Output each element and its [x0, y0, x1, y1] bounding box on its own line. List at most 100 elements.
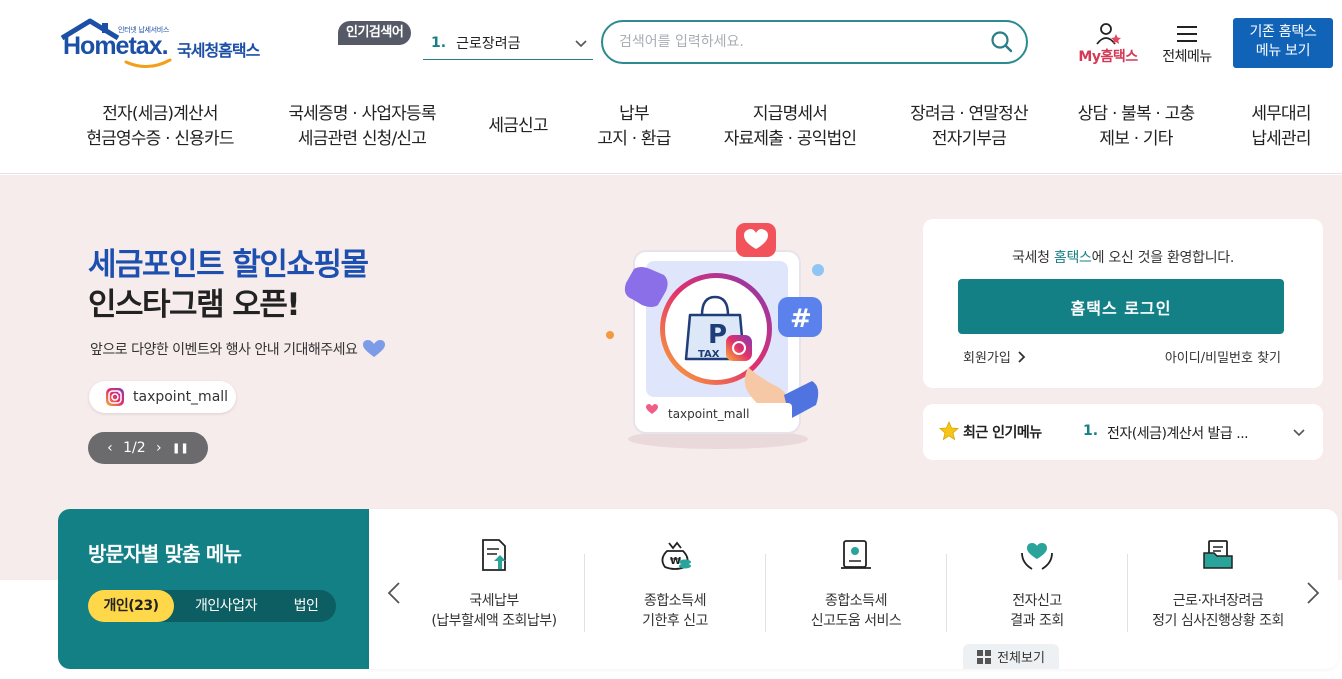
service-label: 근로·자녀장려금	[1172, 593, 1264, 609]
instagram-handle: taxpoint_mall	[133, 389, 229, 405]
service-label: 종합소득세	[825, 593, 887, 609]
visitor-tabs: 개인(23) 개인사업자 법인	[88, 590, 336, 622]
gnb-item-tax-agent[interactable]: 세무대리 납세관리	[1236, 102, 1326, 152]
tab-individual-business[interactable]: 개인사업자	[178, 590, 274, 622]
gnb-label: 세무대리	[1251, 104, 1311, 124]
tab-individual[interactable]: 개인(23)	[88, 590, 174, 622]
instagram-icon	[106, 388, 124, 406]
all-menu-label: 전체메뉴	[1162, 49, 1212, 65]
gnb-label: 장려금 · 연말정산	[910, 104, 1029, 124]
service-label: 전자신고	[1012, 593, 1062, 609]
recent-popular-menu[interactable]: 최근 인기메뉴 1. 전자(세금)계산서 발급 ...	[923, 404, 1323, 460]
service-e-filing-result[interactable]: 전자신고 결과 조회	[947, 533, 1127, 633]
carousel-prev-icon[interactable]	[387, 581, 401, 605]
search-input[interactable]	[619, 30, 979, 54]
chevron-right-icon	[1018, 350, 1026, 363]
logo-korean-name: 국세청홈택스	[177, 41, 260, 60]
visitor-custom-menu: 방문자별 맞춤 메뉴 개인(23) 개인사업자 법인 국세납부 (납부할세액 조…	[58, 509, 1338, 669]
blue-heart-icon	[363, 340, 386, 357]
illustration-bag-sub: TAX	[698, 349, 720, 360]
pager-prev-button[interactable]: ‹	[107, 440, 113, 456]
service-income-tax-late-filing[interactable]: ₩ 종합소득세 기한후 신고	[585, 533, 765, 633]
service-earned-income-credit-status[interactable]: 근로·자녀장려금 정기 심사진행상황 조회	[1128, 533, 1308, 633]
visitor-menu-title: 방문자별 맞춤 메뉴	[88, 542, 242, 566]
gnb-label: 전자(세금)계산서	[102, 104, 218, 124]
instagram-link-chip[interactable]: taxpoint_mall	[89, 381, 236, 413]
gnb-label: 납세관리	[1251, 129, 1311, 149]
hamburger-menu-icon	[1177, 26, 1197, 42]
hero-title: 세금포인트 할인쇼핑몰	[88, 247, 369, 283]
gnb-item-e-invoice[interactable]: 전자(세금)계산서 현금영수증 · 신용카드	[80, 102, 240, 152]
service-national-tax-payment[interactable]: 국세납부 (납부할세액 조회납부)	[404, 533, 584, 633]
find-id-password-link[interactable]: 아이디/비밀번호 찾기	[1165, 347, 1281, 366]
gnb-item-payment-statement[interactable]: 지급명세서 자료제출 · 공익법인	[710, 102, 870, 152]
header: 인터넷 납세서비스 Hometax. 국세청홈택스 인기검색어 1. 근로장려금	[0, 0, 1342, 86]
service-label: 기한후 신고	[642, 613, 708, 629]
popular-search-select[interactable]: 1. 근로장려금	[423, 26, 593, 60]
gnb-label: 자료제출 · 공익법인	[723, 129, 857, 149]
hero-subtitle: 앞으로 다양한 이벤트와 행사 안내 기대해주세요	[90, 339, 386, 359]
heart-hands-icon	[1021, 543, 1053, 570]
welcome-pre: 국세청	[1011, 250, 1054, 266]
gnb-label: 전자기부금	[931, 129, 1007, 149]
document-upload-icon	[482, 539, 506, 571]
pager-next-button[interactable]: ›	[156, 440, 162, 456]
login-button[interactable]: 홈택스 로그인	[958, 279, 1284, 334]
pager-pause-button[interactable]: ❚❚	[172, 443, 189, 454]
star-icon	[939, 421, 959, 441]
my-hometax-label: My홈택스	[1078, 49, 1138, 65]
service-label: 정기 심사진행상황 조회	[1152, 613, 1284, 629]
old-hometax-menu-button[interactable]: 기존 홈택스 메뉴 보기	[1233, 18, 1333, 68]
hero-title-line2: 인스타그램 오픈!	[88, 287, 301, 323]
gnb-item-certificates[interactable]: 국세증명 · 사업자등록 세금관련 신청/신고	[282, 102, 442, 152]
main-navigation: 전자(세금)계산서 현금영수증 · 신용카드 국세증명 · 사업자등록 세금관련…	[0, 86, 1342, 174]
logo-wordmark: Hometax.	[63, 32, 169, 60]
gnb-item-consultation[interactable]: 상담 · 불복 · 고충 제보 · 기타	[1066, 102, 1206, 152]
gnb-item-payment[interactable]: 납부 고지 · 환급	[584, 102, 684, 152]
signup-label: 회원가입	[963, 351, 1011, 366]
gnb-item-incentive[interactable]: 장려금 · 연말정산 전자기부금	[896, 102, 1042, 152]
chevron-down-icon	[575, 40, 587, 48]
hero-subtitle-text: 앞으로 다양한 이벤트와 행사 안내 기대해주세요	[90, 342, 358, 358]
all-menu-button[interactable]: 전체메뉴	[1152, 20, 1222, 68]
user-star-icon	[1096, 23, 1121, 45]
gnb-label: 현금영수증 · 신용카드	[86, 129, 234, 149]
chevron-down-icon	[1293, 429, 1305, 437]
gnb-label: 세금신고	[488, 116, 548, 136]
logo-swoosh-icon	[124, 58, 172, 68]
gnb-item-tax-filing[interactable]: 세금신고	[478, 114, 558, 139]
search-box	[601, 20, 1028, 64]
popular-menu-item: 전자(세금)계산서 발급 ...	[1107, 426, 1249, 442]
tab-corporation[interactable]: 법인	[278, 590, 334, 622]
search-icon[interactable]	[990, 30, 1014, 54]
gnb-label: 국세증명 · 사업자등록	[288, 104, 436, 124]
gnb-label: 고지 · 환급	[597, 129, 671, 149]
hometax-logo[interactable]: 인터넷 납세서비스 Hometax. 국세청홈택스	[60, 18, 275, 70]
signup-link[interactable]: 회원가입	[963, 347, 1027, 366]
welcome-highlight: 홈택스	[1053, 250, 1092, 266]
view-all-label: 전체보기	[997, 651, 1045, 666]
welcome-post: 에 오신 것을 환영합니다.	[1091, 250, 1235, 266]
service-label: 종합소득세	[644, 593, 706, 609]
service-income-tax-help[interactable]: 종합소득세 신고도움 서비스	[766, 533, 946, 633]
visitor-services-panel: 국세납부 (납부할세액 조회납부) ₩ 종합소득세 기한후 신고 종합소득세 신…	[369, 509, 1338, 669]
service-label: 결과 조회	[1010, 613, 1064, 629]
old-hometax-line2: 메뉴 보기	[1255, 43, 1311, 59]
service-label: (납부할세액 조회납부)	[431, 613, 557, 629]
instagram-illustration: P TAX taxpoint_mall #	[598, 217, 838, 457]
view-all-button[interactable]: 전체보기	[963, 644, 1059, 669]
gnb-label: 납부	[619, 104, 649, 124]
grid-icon	[977, 649, 992, 664]
service-label: 신고도움 서비스	[810, 613, 902, 629]
illustration-bag-letter: P	[708, 320, 727, 350]
hometax-main-page: 인터넷 납세서비스 Hometax. 국세청홈택스 인기검색어 1. 근로장려금	[0, 0, 1342, 679]
popular-search-badge: 인기검색어	[338, 21, 412, 45]
pager-count: 1/2	[123, 440, 146, 456]
my-hometax-button[interactable]: My홈택스	[1068, 20, 1148, 68]
popular-search-rank: 1.	[431, 34, 447, 51]
certificate-icon	[841, 540, 871, 569]
old-hometax-line1: 기존 홈택스	[1249, 24, 1317, 40]
popular-menu-rank: 1.	[1083, 423, 1099, 439]
money-bag-icon: ₩	[661, 541, 691, 570]
carousel-next-icon[interactable]	[1306, 581, 1320, 605]
